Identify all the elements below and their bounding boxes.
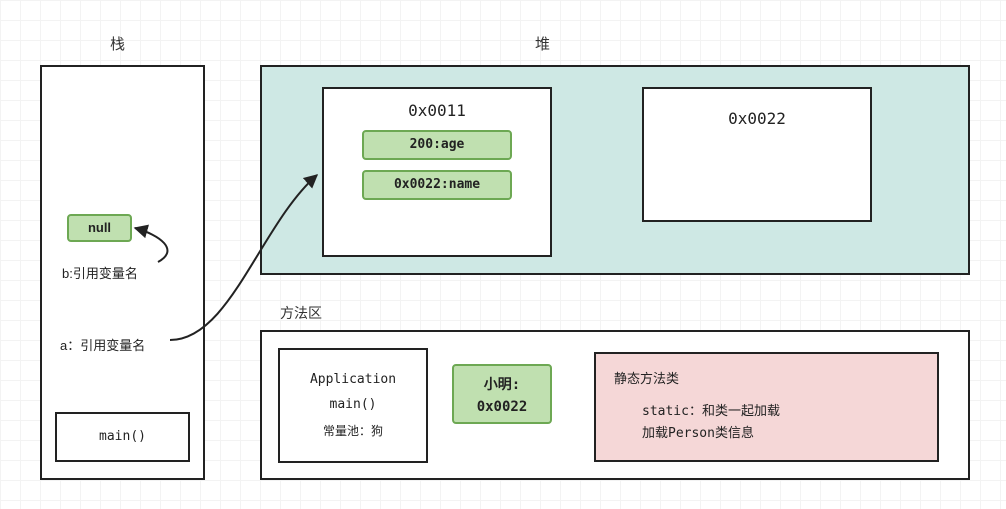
app-title: Application xyxy=(280,372,426,387)
object-0x0022: 0x0022 xyxy=(642,87,872,222)
app-main: main() xyxy=(280,397,426,412)
b-label: b:引用变量名 xyxy=(62,263,138,282)
main-frame: main() xyxy=(55,412,190,462)
method-area-box: Application main() 常量池：狗 小明: 0x0022 静态方法… xyxy=(260,330,970,480)
prop-age: 200:age xyxy=(362,130,512,160)
heap-title: 堆 xyxy=(535,33,550,54)
stack-title: 栈 xyxy=(110,33,125,54)
static-box: 静态方法类 static：和类一起加载 加载Person类信息 xyxy=(594,352,939,462)
a-label: a：引用变量名 xyxy=(60,335,145,354)
application-box: Application main() 常量池：狗 xyxy=(278,348,428,463)
name-constant-box: 小明: 0x0022 xyxy=(452,364,552,424)
prop-name: 0x0022:name xyxy=(362,170,512,200)
heap-box: 0x0011 200:age 0x0022:name 0x0022 xyxy=(260,65,970,275)
null-value: null xyxy=(67,214,132,242)
name-line2: 0x0022 xyxy=(477,399,528,415)
app-constpool: 常量池：狗 xyxy=(280,422,426,439)
addr-0x0011: 0x0011 xyxy=(324,101,550,120)
method-area-title: 方法区 xyxy=(280,303,322,323)
static-title: 静态方法类 xyxy=(614,368,919,387)
stack-box: null b:引用变量名 a：引用变量名 main() xyxy=(40,65,205,480)
object-0x0011: 0x0011 200:age 0x0022:name xyxy=(322,87,552,257)
static-line2: 加载Person类信息 xyxy=(642,423,919,445)
addr-0x0022: 0x0022 xyxy=(644,109,870,128)
static-line1: static：和类一起加载 xyxy=(642,401,919,423)
name-line1: 小明: xyxy=(484,377,520,393)
